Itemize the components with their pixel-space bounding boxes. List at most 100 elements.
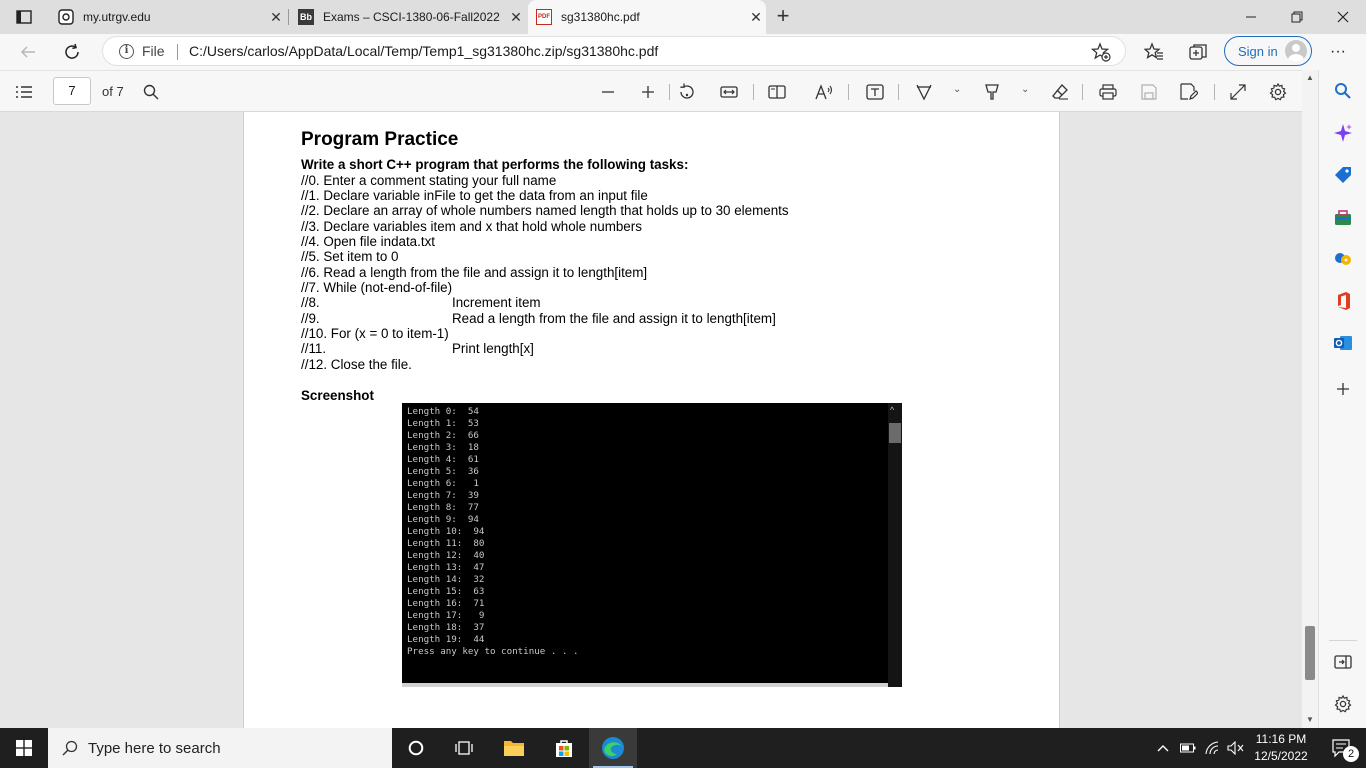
highlight-button[interactable]: [979, 79, 1005, 105]
toolbar-separator: [753, 84, 754, 100]
sidebar-settings-button[interactable]: [1332, 693, 1354, 715]
chevron-down-icon[interactable]: ⌄: [953, 84, 961, 95]
utrgv-icon: [58, 9, 74, 25]
sidebar-outlook-button[interactable]: [1332, 332, 1354, 354]
erase-button[interactable]: [1047, 79, 1073, 105]
highlight-icon: [985, 84, 999, 100]
taskbar-search-box[interactable]: Type here to search: [48, 728, 392, 768]
print-button[interactable]: [1095, 79, 1121, 105]
close-tab-icon[interactable]: ✕: [746, 9, 766, 26]
clock-button[interactable]: 11:16 PM 12/5/2022: [1246, 731, 1316, 765]
chevron-down-icon[interactable]: ⌄: [1021, 84, 1029, 95]
step-indented-text: Print length[x]: [452, 341, 534, 356]
table-of-contents-button[interactable]: [11, 79, 37, 105]
sidebar-games-button[interactable]: [1332, 248, 1354, 270]
sidebar-office-button[interactable]: [1332, 290, 1354, 312]
scroll-down-arrow-icon[interactable]: ▼: [1306, 715, 1314, 724]
favorites-button[interactable]: [1140, 38, 1168, 66]
task-view-button[interactable]: [440, 728, 488, 768]
console-line: Length 6: 1: [407, 478, 479, 489]
search-icon: [62, 740, 78, 756]
show-hidden-icons-button[interactable]: [1156, 728, 1170, 768]
shopping-tag-icon: [1335, 167, 1351, 183]
step-line: //2. Declare an array of whole numbers n…: [301, 203, 789, 218]
search-icon: [1335, 83, 1351, 99]
sidebar-hide-button[interactable]: [1332, 651, 1354, 673]
settings-and-more-button[interactable]: ···: [1324, 38, 1352, 66]
tab-bar: my.utrgv.edu ✕ Bb Exams – CSCI-1380-06-F…: [0, 0, 1366, 34]
start-button[interactable]: [0, 728, 48, 768]
scroll-up-arrow-icon[interactable]: ▲: [1306, 73, 1314, 82]
step-line: //8.: [301, 295, 320, 310]
close-tab-icon[interactable]: ✕: [266, 9, 286, 26]
address-separator: [177, 44, 178, 60]
toolbar-separator: [848, 84, 849, 100]
page-number-input[interactable]: 7: [53, 77, 91, 105]
console-line: Length 2: 66: [407, 430, 479, 441]
fit-to-width-button[interactable]: [716, 79, 742, 105]
tab-utrgv[interactable]: my.utrgv.edu ✕: [48, 0, 286, 34]
read-aloud-button[interactable]: [812, 79, 838, 105]
step-line: //0. Enter a comment stating your full n…: [301, 173, 557, 188]
new-tab-button[interactable]: +: [770, 4, 796, 30]
tab-pdf[interactable]: PDF sg31380hc.pdf ✕: [528, 0, 766, 34]
toolbar-separator: [1082, 84, 1083, 100]
panel-collapse-icon: [1334, 655, 1352, 669]
fullscreen-button[interactable]: [1225, 79, 1251, 105]
restore-button[interactable]: [1274, 0, 1320, 34]
back-button[interactable]: [14, 38, 42, 66]
site-info-button[interactable]: i File: [119, 43, 165, 59]
sign-in-button[interactable]: Sign in: [1224, 36, 1312, 66]
rotate-button[interactable]: [674, 79, 700, 105]
add-favorite-button[interactable]: [1090, 42, 1111, 62]
expand-icon: [1230, 84, 1246, 100]
scrollbar-thumb[interactable]: [1305, 626, 1315, 680]
volume-button[interactable]: [1227, 728, 1245, 768]
save-as-button[interactable]: [1176, 79, 1202, 105]
console-bottom-edge: [402, 683, 888, 687]
address-bar[interactable]: i File C:/Users/carlos/AppData/Local/Tem…: [102, 36, 1126, 66]
edge-taskbar-button[interactable]: [589, 728, 637, 768]
zoom-in-button[interactable]: [635, 79, 661, 105]
add-text-button[interactable]: [862, 79, 888, 105]
windows-logo-icon: [16, 740, 32, 756]
instructions-text: Write a short C++ program that performs …: [301, 157, 689, 172]
copilot-icon: [1334, 124, 1352, 142]
pdf-toolbar: 7 of 7 ⌄ ⌄: [0, 70, 1318, 112]
notifications-button[interactable]: 2: [1318, 728, 1366, 768]
page-view-button[interactable]: [764, 79, 790, 105]
battery-button[interactable]: [1180, 728, 1196, 768]
sidebar-copilot-button[interactable]: [1332, 122, 1354, 144]
tab-exams[interactable]: Bb Exams – CSCI-1380-06-Fall2022 ✕: [290, 0, 526, 34]
sidebar-add-button[interactable]: [1332, 378, 1354, 400]
close-window-button[interactable]: [1320, 0, 1366, 34]
scroll-up-icon: ^: [890, 405, 895, 415]
pdf-settings-button[interactable]: [1265, 79, 1291, 105]
collections-button[interactable]: [1184, 38, 1212, 66]
read-aloud-icon: [815, 84, 833, 100]
toolbox-icon: [1335, 210, 1351, 225]
refresh-button[interactable]: [58, 38, 86, 66]
pdf-viewer[interactable]: Program Practice Write a short C++ progr…: [0, 112, 1318, 728]
sidebar-search-button[interactable]: [1332, 80, 1354, 102]
tab-actions-button[interactable]: [8, 5, 40, 29]
save-button[interactable]: [1136, 79, 1162, 105]
step-line: //5. Set item to 0: [301, 249, 399, 264]
find-button[interactable]: [138, 79, 164, 105]
file-explorer-button[interactable]: [490, 728, 538, 768]
console-line: Length 10: 94: [407, 526, 485, 537]
print-icon: [1099, 84, 1117, 100]
zoom-out-button[interactable]: [595, 79, 621, 105]
sidebar-tools-button[interactable]: [1332, 206, 1354, 228]
network-button[interactable]: [1204, 728, 1220, 768]
cortana-button[interactable]: [392, 728, 440, 768]
sidebar-separator: [1329, 640, 1357, 641]
sidebar-shopping-button[interactable]: [1332, 164, 1354, 186]
draw-button[interactable]: [911, 79, 937, 105]
save-as-icon: [1180, 83, 1198, 100]
microsoft-store-button[interactable]: [540, 728, 588, 768]
viewer-scrollbar[interactable]: ▲ ▼: [1302, 70, 1318, 728]
chevron-up-icon: [1157, 745, 1169, 752]
close-tab-icon[interactable]: ✕: [506, 9, 526, 26]
minimize-button[interactable]: [1228, 0, 1274, 34]
